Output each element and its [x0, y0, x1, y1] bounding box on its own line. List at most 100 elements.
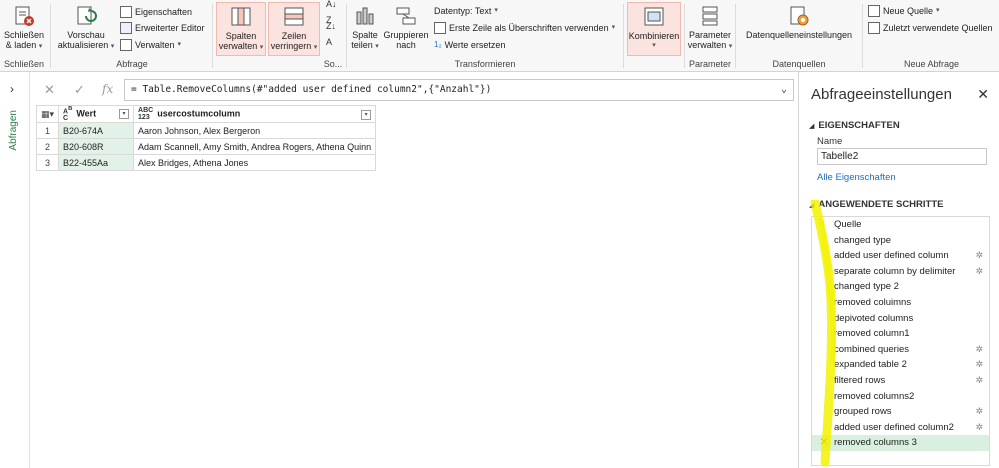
column-header-label: Wert	[76, 108, 97, 119]
table-cell[interactable]: B20-674A	[58, 122, 135, 140]
step-changed-type[interactable]: changed type	[812, 233, 989, 249]
new-source-icon	[868, 5, 880, 17]
split-column-button[interactable]: Spalte teilen ▾	[348, 2, 382, 56]
data-type-dropdown[interactable]: Datentyp: Text ▾	[434, 3, 498, 19]
group-by-label-1: Gruppieren	[383, 30, 429, 40]
step-removed-columns2[interactable]: removed columns2	[812, 389, 989, 405]
gear-icon[interactable]: ✲	[975, 404, 983, 420]
step-expanded-table-2[interactable]: expanded table 2 ✲	[812, 357, 989, 373]
query-name-input[interactable]: Tabelle2	[817, 148, 987, 165]
close-load-icon	[15, 6, 34, 26]
first-row-headers-label: Erste Zeile als Überschriften verwenden	[449, 23, 609, 33]
headers-icon	[434, 22, 446, 34]
refresh-icon	[77, 6, 97, 25]
step-label: changed type 2	[834, 281, 899, 293]
step-added-user-defined-column[interactable]: added user defined column ✲	[812, 248, 989, 264]
step-label: added user defined column	[834, 250, 949, 262]
cancel-formula-icon[interactable]: ✕	[44, 82, 55, 98]
step-added-user-defined-column2[interactable]: added user defined column2 ✲	[812, 420, 989, 436]
step-depivoted-columns[interactable]: depivoted columns	[812, 311, 989, 327]
manage-button[interactable]: Verwalten ▾	[120, 37, 181, 53]
group-label-schliessen: Schließen	[3, 59, 45, 69]
recent-sources-label: Zuletzt verwendete Quellen	[883, 23, 993, 33]
step-removed-column1[interactable]: removed column1	[812, 326, 989, 342]
table-cell[interactable]: Alex Bridges, Athena Jones	[133, 154, 377, 172]
advanced-editor-button[interactable]: Erweiterter Editor	[120, 20, 205, 36]
filter-dropdown-icon[interactable]: ▾	[119, 109, 130, 119]
table-cell[interactable]: B22-455Aa	[58, 154, 135, 172]
table-cell[interactable]: Aaron Johnson, Alex Bergeron	[133, 122, 377, 140]
table-icon: ▦▾	[41, 108, 55, 119]
sort-descending-button[interactable]: Z↓ A	[326, 21, 336, 47]
step-label: Quelle	[834, 219, 862, 230]
delete-step-icon[interactable]: ✕	[820, 435, 828, 451]
table-menu-cell[interactable]: ▦▾	[35, 104, 60, 124]
function-icon[interactable]: fx	[102, 82, 113, 96]
filter-dropdown-icon[interactable]: ▾	[361, 110, 372, 121]
gear-icon[interactable]: ✲	[975, 357, 983, 373]
manage-parameters-button[interactable]: Parameter verwalten ▾	[686, 2, 734, 56]
gear-icon[interactable]: ✲	[975, 248, 983, 264]
ribbon: Schließen & laden ▾ Schließen Vorschau a…	[0, 0, 999, 72]
column-header-label: usercostumcolumn	[157, 108, 241, 119]
column-header-usercostumcolumn[interactable]: ABC 123 usercostumcolumn ▾	[133, 104, 377, 124]
group-label-so: So...	[323, 59, 343, 69]
gear-icon[interactable]: ✲	[975, 342, 983, 358]
recent-sources-button[interactable]: Zuletzt verwendete Quellen	[868, 20, 993, 36]
step-label: added user defined column2	[834, 421, 954, 433]
manage-parameters-label-2: verwalten ▾	[687, 40, 733, 50]
replace-values-button[interactable]: 1₂ Werte ersetzen	[434, 37, 505, 53]
reduce-rows-label-2: verringern ▾	[270, 41, 318, 51]
columns-icon	[231, 7, 251, 26]
all-properties-link[interactable]: Alle Eigenschaften	[817, 172, 896, 183]
data-source-settings-button[interactable]: Datenquelleneinstellungen	[739, 2, 859, 56]
step-label: removed coluimns	[834, 297, 912, 308]
row-number[interactable]: 1	[35, 122, 60, 140]
group-schliessen: Schließen & laden ▾ Schließen	[0, 0, 48, 72]
gear-icon[interactable]: ✲	[975, 264, 983, 280]
step-combined-queries[interactable]: combined queries ✲	[812, 342, 989, 358]
close-load-label-1: Schließen	[3, 30, 45, 40]
close-load-button[interactable]: Schließen & laden ▾	[2, 2, 46, 56]
step-changed-type-2[interactable]: changed type 2	[812, 279, 989, 295]
properties-button[interactable]: Eigenschaften	[120, 4, 192, 20]
group-by-button[interactable]: Gruppieren nach	[382, 2, 430, 56]
confirm-formula-icon[interactable]: ✓	[74, 82, 85, 98]
any-type-icon: ABC 123	[138, 107, 154, 122]
queries-nav-label[interactable]: Abfragen	[8, 110, 19, 151]
gear-icon[interactable]: ✲	[975, 373, 983, 389]
chevron-right-icon[interactable]: ›	[10, 82, 14, 96]
first-row-headers-button[interactable]: Erste Zeile als Überschriften verwenden ▾	[434, 20, 615, 36]
step-removed-coluimns[interactable]: removed coluimns	[812, 295, 989, 311]
reduce-rows-button[interactable]: Zeilen verringern ▾	[268, 2, 320, 56]
properties-section-header[interactable]: ◢ EIGENSCHAFTEN	[809, 120, 900, 131]
gear-icon[interactable]: ✲	[975, 420, 983, 436]
step-label: filtered rows	[834, 375, 886, 386]
manage-columns-button[interactable]: Spalten verwalten ▾	[216, 2, 266, 56]
data-source-settings-icon	[790, 6, 809, 26]
row-number[interactable]: 2	[35, 138, 60, 156]
applied-steps-list: Quelle changed type added user defined c…	[811, 216, 990, 466]
step-quelle[interactable]: Quelle	[812, 217, 989, 233]
group-datenquellen: Datenquelleneinstellungen Datenquellen	[737, 0, 861, 72]
step-label: depivoted columns	[834, 312, 914, 324]
combine-button[interactable]: Kombinieren ▾	[627, 2, 681, 56]
collapse-triangle-icon: ◢	[809, 202, 815, 209]
applied-steps-section-header[interactable]: ◢ ANGEWENDETE SCHRITTE	[809, 199, 943, 210]
column-header-wert[interactable]: AB CWert ▾	[58, 104, 135, 124]
formula-input[interactable]: = Table.RemoveColumns(#"added user defin…	[124, 79, 794, 101]
step-filtered-rows[interactable]: filtered rows ✲	[812, 373, 989, 389]
step-separate-column-by-delimiter[interactable]: separate column by delimiter ✲	[812, 264, 989, 280]
chevron-down-icon[interactable]: ⌄	[781, 80, 787, 100]
table-cell[interactable]: Adam Scannell, Amy Smith, Andrea Rogers,…	[133, 138, 377, 156]
close-icon[interactable]: ✕	[977, 86, 989, 103]
preview-refresh-button[interactable]: Vorschau aktualisieren ▾	[54, 2, 118, 56]
properties-icon	[120, 6, 132, 18]
step-removed-columns-3[interactable]: ✕ removed columns 3	[812, 435, 989, 451]
table-cell[interactable]: B20-608R	[58, 138, 135, 156]
row-number[interactable]: 3	[35, 154, 60, 172]
reduce-rows-label-1: Zeilen	[281, 31, 307, 41]
collapse-triangle-icon: ◢	[809, 123, 815, 130]
step-grouped-rows[interactable]: grouped rows ✲	[812, 404, 989, 420]
new-source-button[interactable]: Neue Quelle ▾	[868, 3, 940, 19]
